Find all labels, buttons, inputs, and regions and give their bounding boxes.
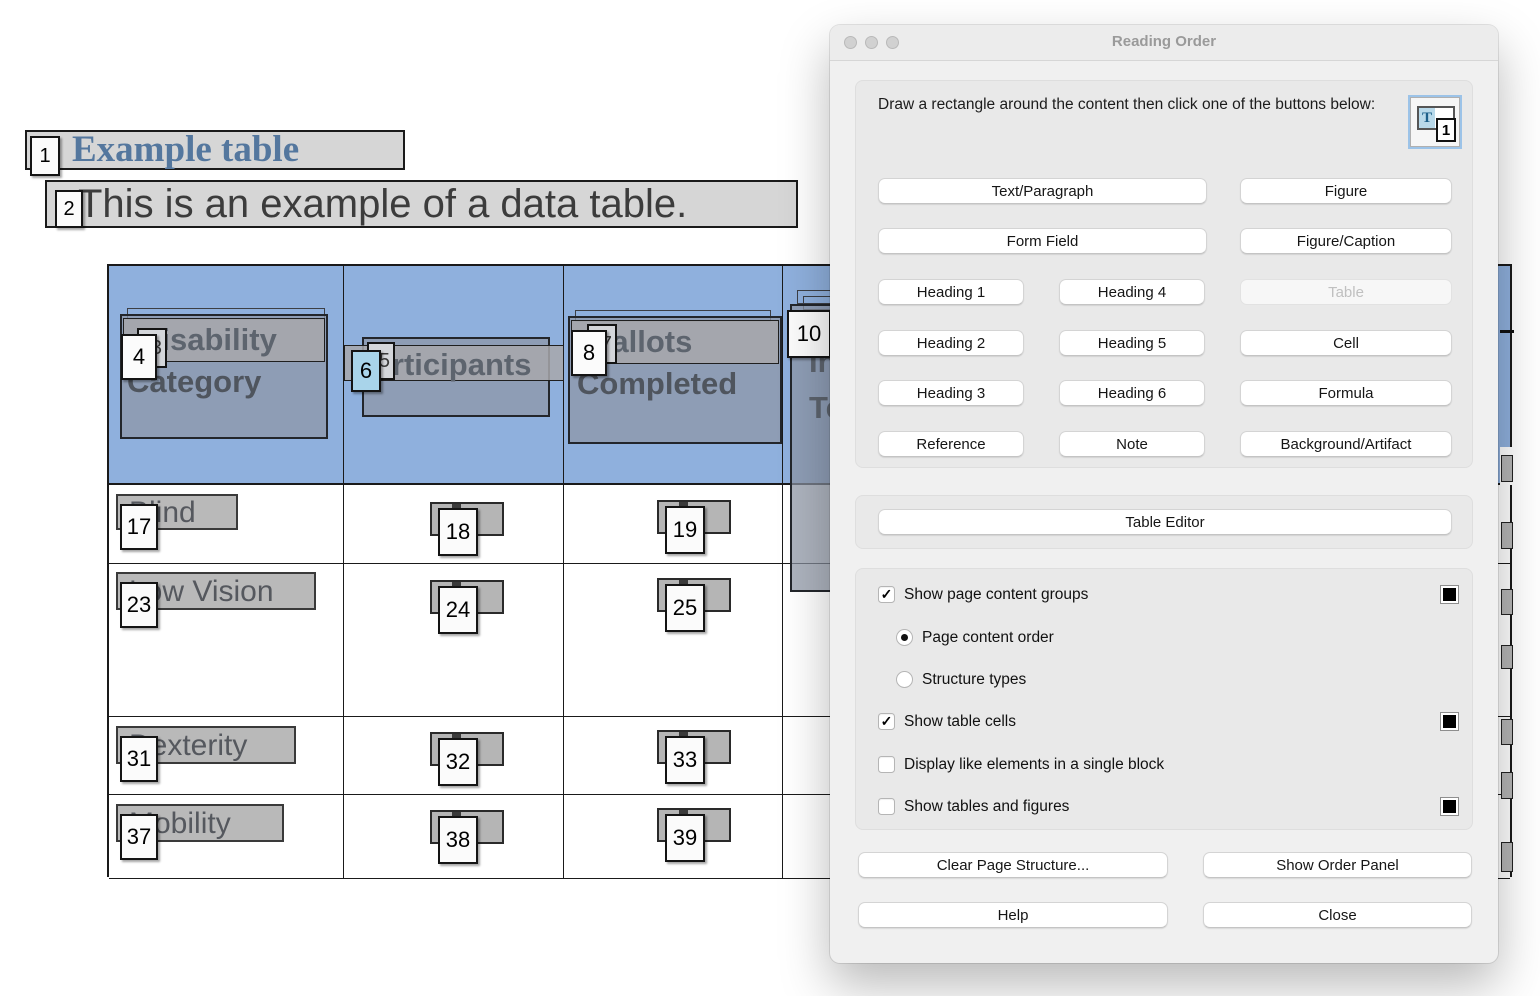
close-button[interactable]: Close [1203, 902, 1472, 928]
dialog-titlebar: Reading Order [830, 25, 1498, 61]
heading-1-button[interactable]: Heading 1 [878, 279, 1024, 305]
dialog-title: Reading Order [830, 33, 1498, 50]
order-tag-10[interactable]: 10 [787, 310, 831, 358]
order-tag-32[interactable]: 32 [438, 738, 478, 786]
reading-order-dialog: Reading Order Draw a rectangle around th… [830, 25, 1498, 963]
order-tag-19[interactable]: 19 [665, 506, 705, 554]
swatch-fill [1443, 588, 1456, 601]
cell-button[interactable]: Cell [1240, 330, 1452, 356]
formula-button[interactable]: Formula [1240, 380, 1452, 406]
order-tag-6-selected[interactable]: 6 [351, 350, 381, 392]
background-artifact-button[interactable]: Background/Artifact [1240, 431, 1452, 457]
help-button[interactable]: Help [858, 902, 1168, 928]
structure-types-radio[interactable] [896, 671, 913, 688]
order-tag-4[interactable]: 4 [121, 334, 157, 380]
reference-button[interactable]: Reference [878, 431, 1024, 457]
form-field-button[interactable]: Form Field [878, 228, 1207, 254]
display-like-elements-checkbox[interactable] [878, 756, 895, 773]
order-tag-8[interactable]: 8 [571, 330, 607, 376]
instruction-text: Draw a rectangle around the content then… [878, 93, 1378, 117]
structure-group-box [855, 80, 1473, 468]
order-tag-2[interactable]: 2 [55, 190, 83, 228]
show-table-cells-checkbox[interactable]: ✓ [878, 713, 895, 730]
page-content-groups-color-swatch[interactable] [1440, 585, 1459, 604]
table-cells-color-swatch[interactable] [1440, 712, 1459, 731]
order-tag-33[interactable]: 33 [665, 736, 705, 784]
text-paragraph-button[interactable]: Text/Paragraph [878, 178, 1207, 204]
swatch-fill [1443, 800, 1456, 813]
sliver-divider [1500, 330, 1514, 333]
order-tag-38[interactable]: 38 [438, 816, 478, 864]
page-content-order-radio[interactable] [896, 629, 913, 646]
order-tag-1[interactable]: 1 [30, 136, 60, 176]
page-content-order-label: Page content order [922, 629, 1054, 647]
figure-caption-button[interactable]: Figure/Caption [1240, 228, 1452, 254]
table-button: Table [1240, 279, 1452, 305]
show-tables-and-figures-label: Show tables and figures [904, 798, 1069, 816]
tag-text-figure-icon[interactable]: T 1 [1408, 95, 1462, 149]
options-group-box [855, 568, 1473, 830]
figure-button[interactable]: Figure [1240, 178, 1452, 204]
swatch-fill [1443, 715, 1456, 728]
content-group-block [1501, 772, 1513, 799]
order-tag-37[interactable]: 37 [120, 814, 158, 860]
screen: Example table 1 This is an example of a … [0, 0, 1540, 996]
doc-heading: Example table [72, 128, 299, 171]
content-group-block [1501, 719, 1513, 745]
doc-paragraph: This is an example of a data table. [78, 182, 687, 227]
order-tag-17[interactable]: 17 [120, 504, 158, 550]
content-group-block [1501, 455, 1513, 482]
content-group-block [1501, 589, 1513, 615]
text-tag-icon: T [1419, 108, 1435, 128]
tables-and-figures-color-swatch[interactable] [1440, 797, 1459, 816]
clear-page-structure-button[interactable]: Clear Page Structure... [858, 852, 1168, 878]
show-page-content-groups-checkbox[interactable]: ✓ [878, 586, 895, 603]
heading-6-button[interactable]: Heading 6 [1059, 380, 1205, 406]
show-order-panel-button[interactable]: Show Order Panel [1203, 852, 1472, 878]
order-tag-23[interactable]: 23 [120, 582, 158, 628]
show-page-content-groups-label: Show page content groups [904, 586, 1088, 604]
content-group-block [1501, 522, 1513, 549]
structure-types-label: Structure types [922, 671, 1026, 689]
show-tables-and-figures-checkbox[interactable] [878, 798, 895, 815]
order-number-icon: 1 [1436, 118, 1456, 142]
heading-5-button[interactable]: Heading 5 [1059, 330, 1205, 356]
content-group-block [1501, 842, 1513, 872]
display-like-elements-label: Display like elements in a single block [904, 756, 1164, 774]
order-tag-39[interactable]: 39 [665, 814, 705, 862]
show-table-cells-label: Show table cells [904, 713, 1016, 731]
radio-dot [901, 634, 908, 641]
heading-3-button[interactable]: Heading 3 [878, 380, 1024, 406]
order-tag-24[interactable]: 24 [438, 586, 478, 634]
heading-2-button[interactable]: Heading 2 [878, 330, 1024, 356]
note-button[interactable]: Note [1059, 431, 1205, 457]
order-tag-18[interactable]: 18 [438, 508, 478, 556]
heading-4-button[interactable]: Heading 4 [1059, 279, 1205, 305]
order-tag-25[interactable]: 25 [665, 584, 705, 632]
table-editor-button[interactable]: Table Editor [878, 509, 1452, 535]
content-group-block [1501, 645, 1513, 669]
order-tag-31[interactable]: 31 [120, 736, 158, 782]
